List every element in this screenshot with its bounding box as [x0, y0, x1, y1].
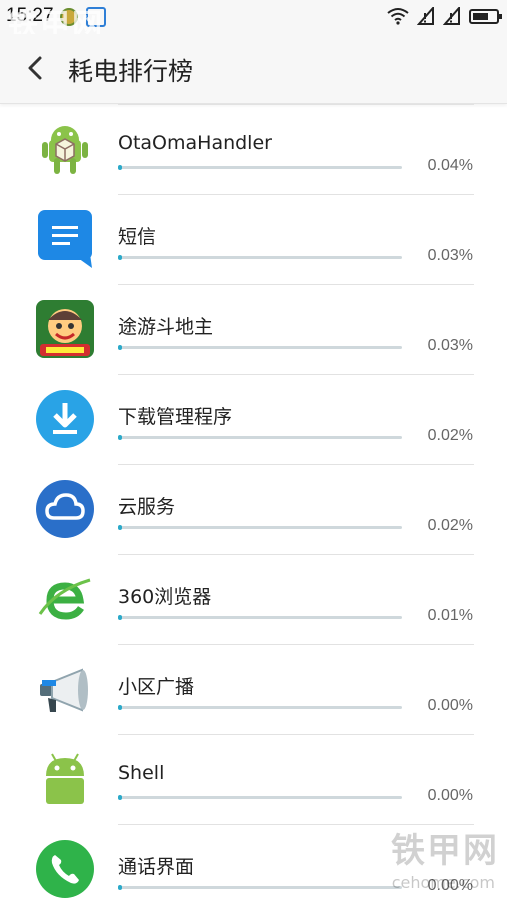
- usage-percent: 0.04%: [427, 157, 473, 174]
- list-item[interactable]: 短信 0.03%: [0, 194, 507, 284]
- usage-bar: [118, 345, 402, 350]
- download-icon: [36, 390, 94, 448]
- usage-percent: 0.02%: [427, 427, 473, 444]
- usage-bar: [118, 435, 402, 440]
- signal-icon: [417, 7, 434, 25]
- usage-bar: [118, 795, 402, 800]
- usage-bar-fill: [118, 255, 122, 260]
- watermark-brand-bottom: 铁甲网: [391, 831, 499, 871]
- app-name: 云服务: [118, 496, 176, 518]
- list-divider: [118, 464, 474, 465]
- android-icon: [36, 750, 94, 808]
- app-name: Shell: [118, 762, 165, 784]
- list-item[interactable]: 小区广播 0.00%: [0, 644, 507, 734]
- list-item[interactable]: 360浏览器 0.01%: [0, 554, 507, 644]
- usage-bar-fill: [118, 615, 122, 620]
- app-name: 360浏览器: [118, 586, 212, 608]
- page-title: 耗电排行榜: [68, 57, 194, 86]
- signal-icon: [443, 7, 460, 25]
- list-divider: [118, 374, 474, 375]
- list-divider: [118, 104, 474, 105]
- megaphone-icon: [36, 660, 94, 718]
- usage-bar-fill: [118, 345, 122, 350]
- cloud-icon: [36, 480, 94, 538]
- list-divider: [118, 734, 474, 735]
- chevron-left-icon[interactable]: [22, 54, 50, 82]
- app-name: 短信: [118, 226, 157, 248]
- app-name: 通话界面: [118, 856, 195, 878]
- app-name: 小区广播: [118, 676, 195, 698]
- list-divider: [118, 284, 474, 285]
- list-item[interactable]: 途游斗地主 0.03%: [0, 284, 507, 374]
- usage-bar-fill: [118, 795, 122, 800]
- app-header: 耗电排行榜: [0, 34, 507, 104]
- message-icon: [36, 210, 94, 268]
- usage-bar: [118, 705, 402, 710]
- usage-percent: 0.03%: [427, 247, 473, 264]
- list-divider: [118, 554, 474, 555]
- list-item[interactable]: 下载管理程序 0.02%: [0, 374, 507, 464]
- usage-bar-fill: [118, 165, 122, 170]
- list-divider: [118, 644, 474, 645]
- usage-percent: 0.02%: [427, 517, 473, 534]
- list-item[interactable]: OtaOmaHandler 0.04%: [0, 104, 507, 194]
- usage-bar: [118, 525, 402, 530]
- app-name: OtaOmaHandler: [118, 132, 272, 154]
- usage-bar-fill: [118, 705, 122, 710]
- android-package-icon: [36, 120, 94, 178]
- usage-bar: [118, 615, 402, 620]
- usage-bar: [118, 885, 402, 890]
- watermark-url-bottom: cehome.com: [391, 873, 495, 892]
- usage-bar-fill: [118, 525, 122, 530]
- usage-bar: [118, 255, 402, 260]
- usage-bar: [118, 165, 402, 170]
- app-name: 途游斗地主: [118, 316, 214, 338]
- usage-percent: 0.03%: [427, 337, 473, 354]
- list-item[interactable]: Shell 0.00%: [0, 734, 507, 824]
- app-name: 下载管理程序: [118, 406, 233, 428]
- game-avatar-icon: [36, 300, 94, 358]
- battery-icon: [469, 8, 502, 24]
- usage-percent: 0.00%: [427, 697, 473, 714]
- usage-percent: 0.00%: [427, 787, 473, 804]
- status-icons: [387, 7, 502, 25]
- list-item[interactable]: 云服务 0.02%: [0, 464, 507, 554]
- list-divider: [118, 194, 474, 195]
- phone-icon: [36, 840, 94, 898]
- wifi-icon: [387, 8, 409, 25]
- usage-percent: 0.01%: [427, 607, 473, 624]
- usage-bar-fill: [118, 435, 122, 440]
- browser-e-icon: [36, 570, 94, 628]
- usage-bar-fill: [118, 885, 122, 890]
